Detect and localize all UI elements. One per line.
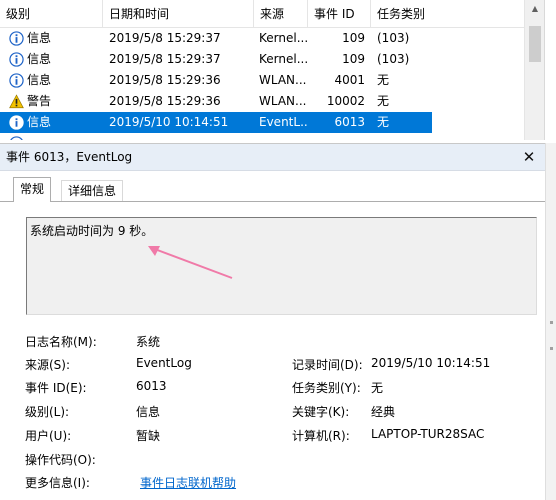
list-vertical-scrollbar[interactable]: ▲: [524, 0, 544, 140]
field-value-source: EventLog: [136, 356, 192, 370]
info-icon: [10, 136, 23, 140]
table-row[interactable]: 信息 2019/5/8 15:29:36 WLAN... 4001 无: [0, 70, 524, 91]
field-value-level: 信息: [136, 405, 161, 419]
event-id-cell: 109: [342, 31, 365, 45]
level-cell: 信息: [27, 31, 52, 45]
field-value-user: 暂缺: [136, 429, 161, 443]
field-label-event-id: 事件 ID(E):: [25, 381, 87, 395]
datetime-cell: 2019/5/8 15:29:36: [109, 73, 221, 87]
source-cell: WLAN...: [259, 73, 307, 87]
tab-general[interactable]: 常规: [13, 177, 52, 202]
column-header-category[interactable]: 任务类别: [371, 0, 524, 28]
table-row[interactable]: 警告 2019/5/8 15:29:36 WLAN... 10002 无: [0, 91, 524, 112]
field-label-source: 来源(S):: [25, 358, 71, 372]
detail-vertical-scrollbar[interactable]: [545, 143, 556, 500]
field-label-user: 用户(U):: [25, 429, 72, 443]
scroll-mark: [550, 347, 553, 350]
online-help-link[interactable]: 事件日志联机帮助: [140, 474, 236, 491]
column-header-event-id[interactable]: 事件 ID: [308, 0, 371, 28]
table-row[interactable]: 信息 2019/5/8 15:29:37 Kernel... 109 (103): [0, 28, 524, 49]
source-cell: EventL...: [259, 115, 307, 129]
info-icon: [9, 52, 24, 67]
field-label-opcode: 操作代码(O):: [25, 453, 96, 467]
level-cell: 信息: [27, 115, 52, 129]
level-cell: 信息: [27, 73, 52, 87]
column-header-datetime[interactable]: 日期和时间: [103, 0, 254, 28]
event-id-cell: 109: [342, 52, 365, 66]
event-id-cell: 6013: [334, 115, 365, 129]
scroll-up-icon[interactable]: ▲: [525, 0, 544, 18]
table-row[interactable]: 信息 2019/5/8 15:29:37 Kernel... 109 (103): [0, 49, 524, 70]
source-cell: WLAN...: [259, 94, 307, 108]
table-row-selected[interactable]: 信息 2019/5/10 10:14:51 EventL... 6013 无: [0, 112, 432, 133]
field-label-task-category: 任务类别(Y):: [292, 381, 361, 395]
category-cell: (103): [377, 52, 410, 66]
scroll-thumb[interactable]: [529, 26, 541, 62]
field-label-logged: 记录时间(D):: [292, 358, 363, 372]
event-detail-panel: 事件 6013，EventLog ✕ 常规 详细信息 系统启动时间为 9 秒。 …: [0, 143, 545, 500]
field-value-task-category: 无: [371, 381, 384, 395]
datetime-cell: 2019/5/8 15:29:37: [109, 52, 221, 66]
info-icon: [9, 31, 24, 46]
level-cell: 信息: [27, 52, 52, 66]
list-header: 级别 日期和时间 来源 事件 ID 任务类别: [0, 0, 524, 28]
field-label-level: 级别(L):: [25, 405, 70, 419]
field-value-keywords: 经典: [371, 405, 396, 419]
category-cell: (103): [377, 31, 410, 45]
category-cell: 无: [377, 115, 390, 129]
field-value-event-id: 6013: [136, 379, 167, 393]
event-id-cell: 10002: [326, 94, 365, 108]
info-icon: [9, 73, 24, 88]
field-label-keywords: 关键字(K):: [292, 405, 350, 419]
event-id-cell: 4001: [334, 73, 365, 87]
source-cell: Kernel...: [259, 31, 307, 45]
datetime-cell: 2019/5/8 15:29:37: [109, 31, 221, 45]
column-header-level[interactable]: 级别: [0, 0, 103, 28]
field-label-computer: 计算机(R):: [292, 429, 350, 443]
annotation-arrow-icon: [148, 246, 233, 279]
datetime-cell: 2019/5/10 10:14:51: [109, 115, 229, 129]
info-icon: [9, 115, 24, 130]
source-cell: Kernel...: [259, 52, 307, 66]
datetime-cell: 2019/5/8 15:29:36: [109, 94, 221, 108]
table-row-partial[interactable]: [0, 133, 524, 140]
category-cell: 无: [377, 94, 390, 108]
warning-icon: [9, 94, 24, 109]
field-value-computer: LAPTOP-TUR28SAC: [371, 427, 485, 441]
event-list: 级别 日期和时间 来源 事件 ID 任务类别 信息 2019/5/8 15:29…: [0, 0, 545, 140]
column-header-source[interactable]: 来源: [254, 0, 308, 28]
field-value-logged: 2019/5/10 10:14:51: [371, 356, 491, 370]
field-label-log-name: 日志名称(M):: [25, 335, 97, 349]
field-label-more-info: 更多信息(I):: [25, 476, 90, 490]
level-cell: 警告: [27, 94, 52, 108]
field-value-log-name: 系统: [136, 335, 161, 349]
category-cell: 无: [377, 73, 390, 87]
scroll-mark: [550, 321, 553, 324]
